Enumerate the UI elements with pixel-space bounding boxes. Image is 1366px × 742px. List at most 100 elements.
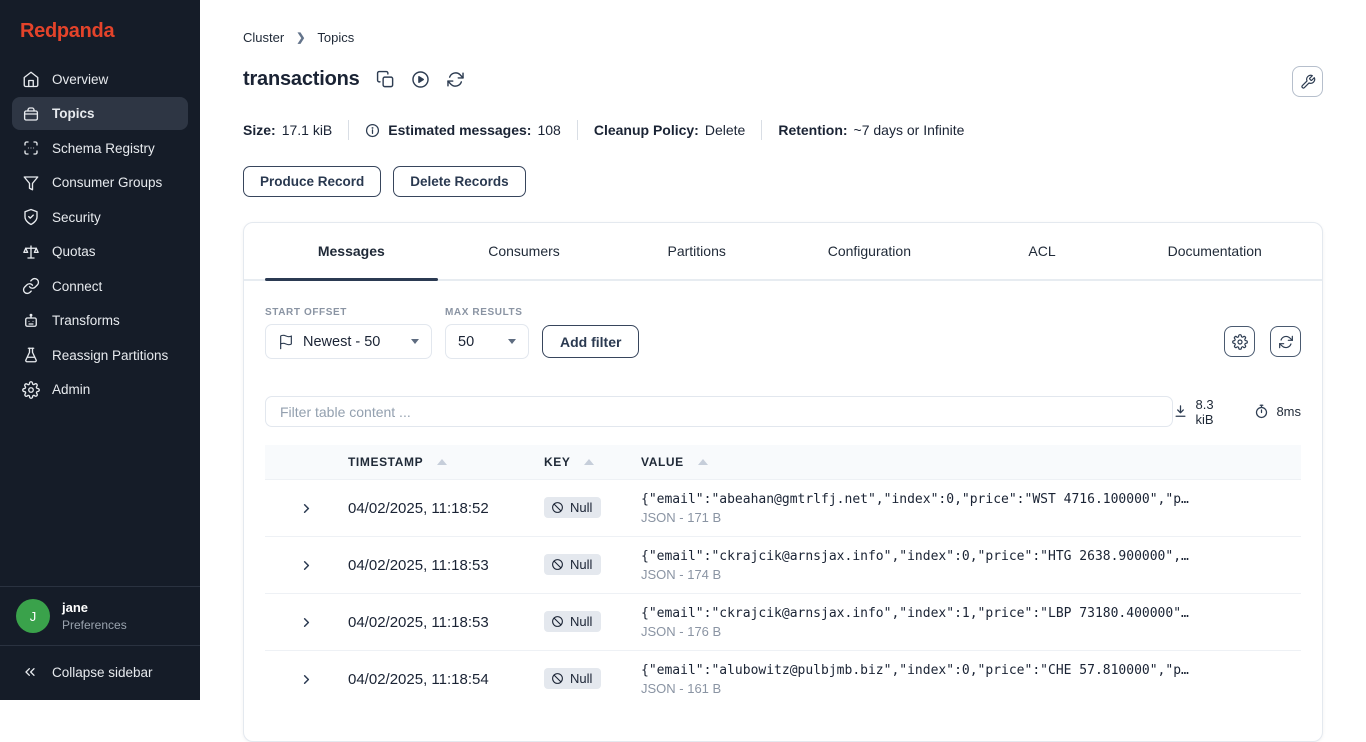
sidebar-nav: Overview Topics Schema Registry Consumer… bbox=[0, 61, 200, 408]
null-key-badge: Null bbox=[544, 554, 602, 575]
sidebar-item-reassign-partitions[interactable]: Reassign Partitions bbox=[12, 339, 188, 372]
sidebar-item-security[interactable]: Security bbox=[12, 201, 188, 234]
col-key[interactable]: KEY bbox=[544, 455, 570, 469]
sidebar-item-label: Consumer Groups bbox=[52, 175, 163, 190]
breadcrumb-topics[interactable]: Topics bbox=[317, 30, 354, 45]
scales-icon bbox=[22, 243, 40, 261]
breadcrumb: Cluster ❯ Topics bbox=[243, 30, 354, 45]
col-value[interactable]: VALUE bbox=[641, 455, 684, 469]
tab-partitions[interactable]: Partitions bbox=[610, 223, 783, 279]
col-timestamp[interactable]: TIMESTAMP bbox=[348, 455, 423, 469]
table-settings-button[interactable] bbox=[1224, 326, 1255, 357]
robot-icon bbox=[22, 312, 40, 330]
messages-table: TIMESTAMP KEY VALUE 04/02/2025, 11:18:52… bbox=[265, 445, 1301, 707]
wrench-icon bbox=[1300, 74, 1316, 90]
sort-icon[interactable] bbox=[584, 459, 595, 465]
gear-icon bbox=[22, 380, 40, 399]
delete-records-button[interactable]: Delete Records bbox=[393, 166, 526, 197]
shield-icon bbox=[22, 208, 40, 226]
produce-record-button[interactable]: Produce Record bbox=[243, 166, 382, 197]
expand-row-button[interactable] bbox=[265, 672, 348, 687]
payload-size: 8.3 kiB bbox=[1195, 396, 1214, 427]
sidebar-item-transforms[interactable]: Transforms bbox=[12, 304, 188, 337]
sidebar-item-consumer-groups[interactable]: Consumer Groups bbox=[12, 166, 188, 199]
sidebar-item-quotas[interactable]: Quotas bbox=[12, 235, 188, 268]
tools-button[interactable] bbox=[1292, 66, 1323, 97]
row-value-meta: JSON - 171 B bbox=[641, 509, 722, 525]
row-value: {"email":"ckrajcik@arnsjax.info","index"… bbox=[641, 605, 1189, 621]
page-title: transactions bbox=[243, 68, 360, 90]
row-value-meta: JSON - 174 B bbox=[641, 566, 722, 582]
sidebar-item-label: Transforms bbox=[52, 313, 120, 328]
filter-table-input[interactable] bbox=[265, 396, 1174, 427]
sidebar-item-topics[interactable]: Topics bbox=[12, 97, 188, 130]
max-results-select[interactable]: 50 bbox=[445, 324, 529, 359]
flask-icon bbox=[22, 346, 40, 364]
collapse-sidebar-button[interactable]: Collapse sidebar bbox=[0, 646, 200, 700]
sidebar-item-label: Security bbox=[52, 209, 101, 225]
home-icon bbox=[22, 70, 40, 88]
refresh-icon[interactable] bbox=[446, 70, 465, 89]
user-name: jane bbox=[62, 600, 89, 615]
tab-configuration[interactable]: Configuration bbox=[783, 223, 956, 279]
messages-label: Estimated messages: bbox=[388, 122, 532, 138]
avatar: J bbox=[16, 599, 50, 633]
play-circle-icon[interactable] bbox=[411, 70, 430, 89]
chevron-down-icon bbox=[411, 339, 419, 344]
table-row: 04/02/2025, 11:18:53 Null {"email":"ckra… bbox=[265, 536, 1301, 593]
sidebar: Redpanda Overview Topics Schema Registry… bbox=[0, 0, 200, 700]
chevron-down-icon bbox=[508, 339, 516, 344]
copy-icon[interactable] bbox=[376, 70, 395, 89]
row-value-meta: JSON - 161 B bbox=[641, 680, 722, 696]
max-results-value: 50 bbox=[458, 333, 475, 350]
slash-circle-icon bbox=[552, 502, 563, 513]
chevron-right-icon: ❯ bbox=[296, 32, 306, 44]
tab-consumers[interactable]: Consumers bbox=[438, 223, 611, 279]
sort-icon[interactable] bbox=[437, 459, 448, 465]
sidebar-item-label: Overview bbox=[52, 71, 109, 87]
main-content: Cluster ❯ Topics transactions Size: 17.1 … bbox=[200, 0, 1366, 742]
sidebar-item-label: Reassign Partitions bbox=[52, 347, 169, 363]
topic-stats: Size: 17.1 kiB Estimated messages: 108 Cle… bbox=[243, 120, 964, 140]
start-offset-label: START OFFSET bbox=[265, 307, 348, 318]
expand-row-button[interactable] bbox=[265, 615, 348, 630]
sidebar-item-overview[interactable]: Overview bbox=[12, 63, 188, 96]
null-key-badge: Null bbox=[544, 668, 602, 689]
expand-row-button[interactable] bbox=[265, 501, 348, 516]
refresh-icon bbox=[1278, 334, 1294, 350]
gear-icon bbox=[1231, 333, 1248, 350]
row-value: {"email":"ckrajcik@arnsjax.info","index"… bbox=[641, 548, 1189, 564]
breadcrumb-cluster[interactable]: Cluster bbox=[243, 30, 284, 45]
user-profile[interactable]: J jane Preferences bbox=[0, 587, 200, 645]
retention-label: Retention: bbox=[778, 122, 848, 138]
table-row: 04/02/2025, 11:18:53 Null {"email":"ckra… bbox=[265, 593, 1301, 650]
row-timestamp: 04/02/2025, 11:18:52 bbox=[348, 499, 489, 517]
row-timestamp: 04/02/2025, 11:18:53 bbox=[348, 556, 489, 574]
sidebar-item-label: Quotas bbox=[52, 244, 96, 259]
redpanda-logo[interactable]: Redpanda bbox=[0, 0, 200, 61]
sidebar-item-label: Connect bbox=[52, 278, 103, 294]
elapsed-time: 8ms bbox=[1276, 404, 1301, 419]
sidebar-item-schema-registry[interactable]: Schema Registry bbox=[12, 132, 188, 165]
size-value: 17.1 kiB bbox=[281, 122, 333, 138]
user-preferences-link[interactable]: Preferences bbox=[62, 618, 127, 632]
funnel-icon bbox=[22, 174, 40, 192]
tab-messages[interactable]: Messages bbox=[265, 223, 438, 281]
tab-documentation[interactable]: Documentation bbox=[1128, 223, 1301, 279]
add-filter-button[interactable]: Add filter bbox=[542, 325, 640, 358]
tab-acl[interactable]: ACL bbox=[956, 223, 1129, 279]
sidebar-item-admin[interactable]: Admin bbox=[12, 373, 188, 406]
stopwatch-icon bbox=[1254, 404, 1269, 419]
row-timestamp: 04/02/2025, 11:18:54 bbox=[348, 670, 489, 688]
start-offset-value: Newest - 50 bbox=[303, 333, 381, 350]
start-offset-select[interactable]: Newest - 50 bbox=[265, 324, 432, 359]
table-row: 04/02/2025, 11:18:54 Null {"email":"alub… bbox=[265, 650, 1301, 707]
max-results-label: MAX RESULTS bbox=[445, 307, 523, 318]
sort-icon[interactable] bbox=[697, 459, 708, 465]
expand-row-button[interactable] bbox=[265, 558, 348, 573]
row-timestamp: 04/02/2025, 11:18:53 bbox=[348, 613, 489, 631]
scan-icon bbox=[22, 139, 40, 157]
sidebar-item-connect[interactable]: Connect bbox=[12, 270, 188, 303]
cleanup-label: Cleanup Policy: bbox=[593, 122, 699, 138]
refresh-table-button[interactable] bbox=[1270, 326, 1301, 357]
